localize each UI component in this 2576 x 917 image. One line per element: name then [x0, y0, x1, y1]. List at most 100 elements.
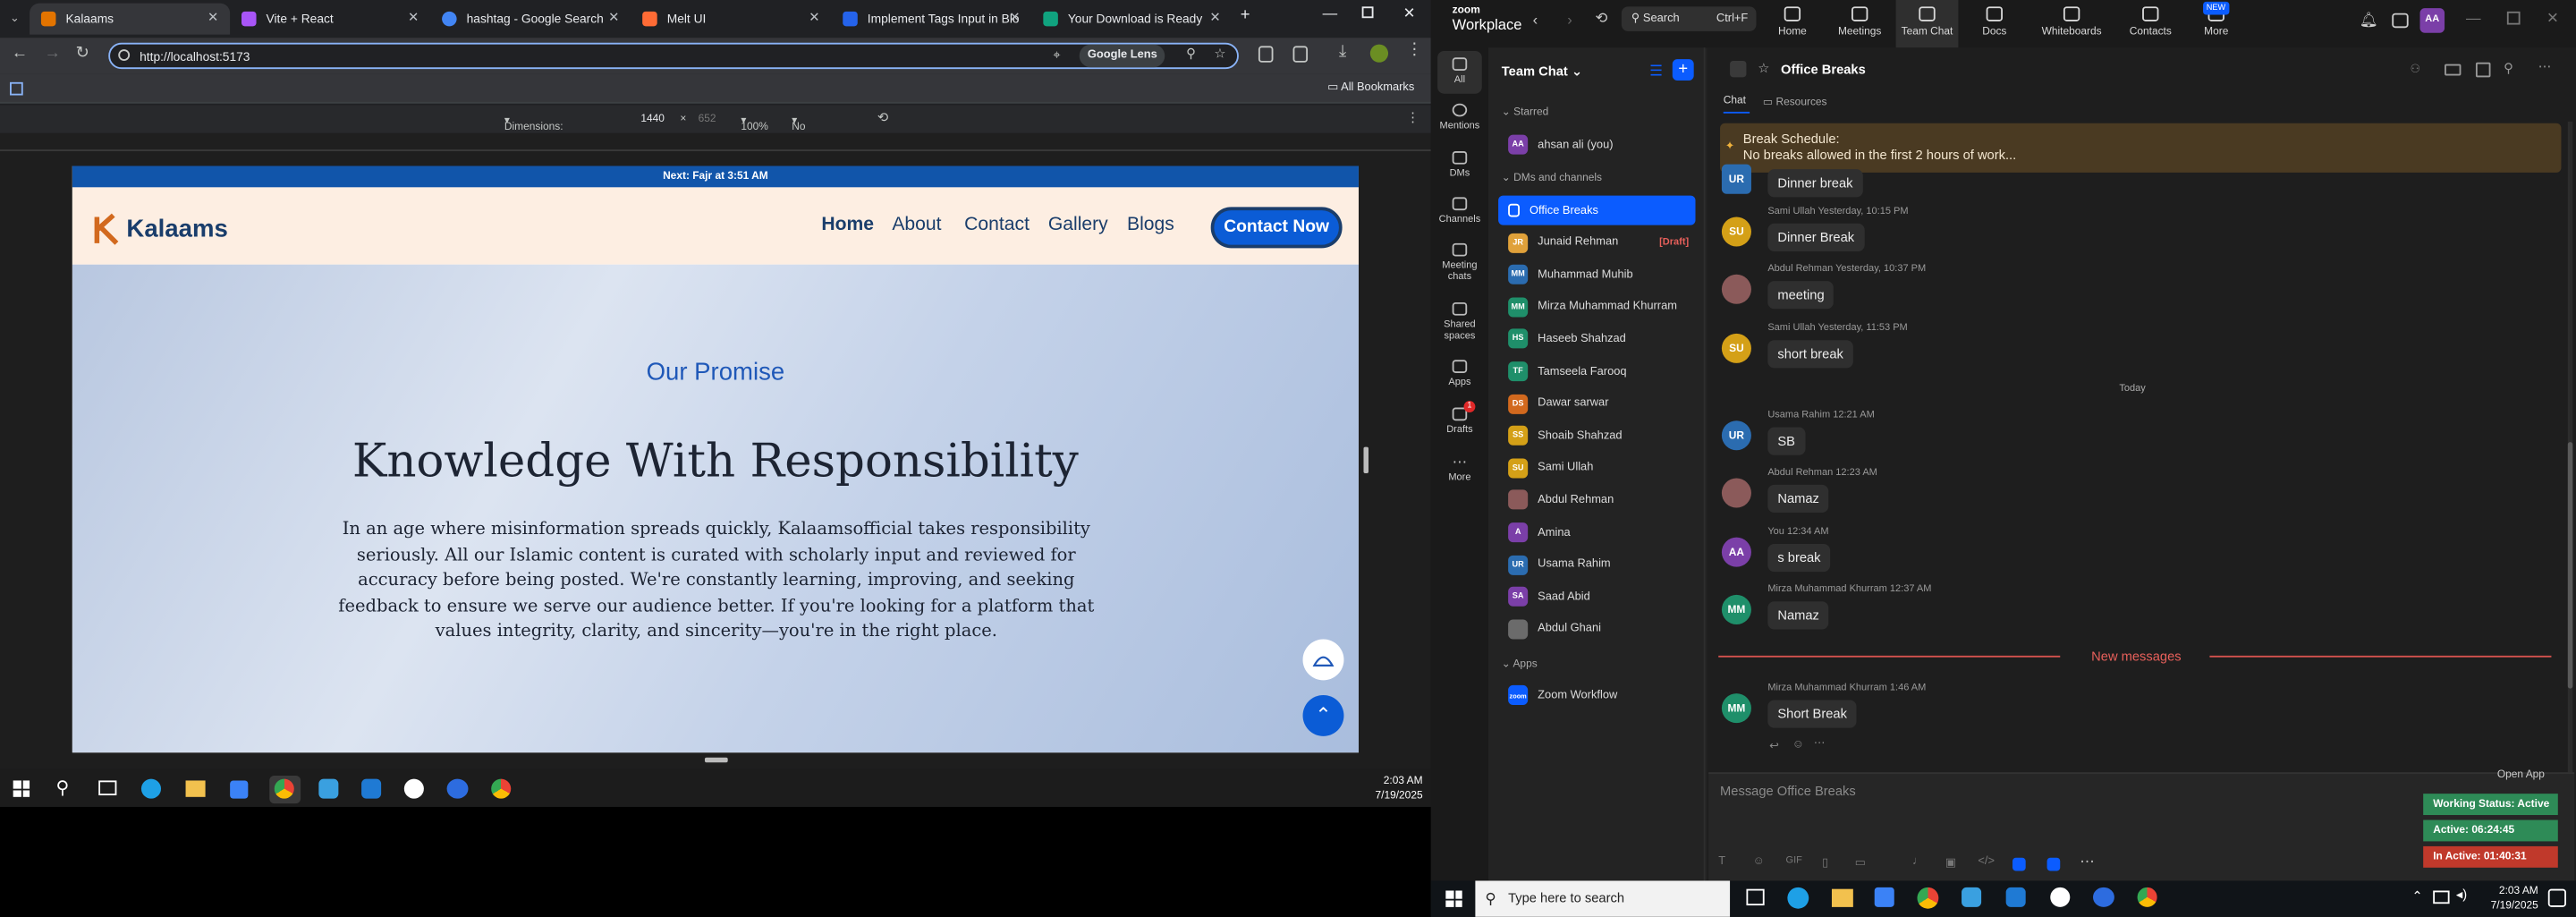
channel-item[interactable]: Abdul Ghani — [1498, 615, 1695, 644]
width-input[interactable]: 1440 — [640, 114, 665, 125]
emoji-react-icon[interactable]: ☺ — [1792, 740, 1804, 751]
google-lens-button[interactable]: Google Lens — [1079, 44, 1165, 68]
task-view-icon[interactable] — [1746, 888, 1765, 906]
chrome-icon-2[interactable] — [2137, 887, 2157, 907]
tab-download[interactable]: Your Download is Ready ✕ — [1031, 4, 1232, 35]
minimize-icon[interactable]: — — [2466, 10, 2481, 26]
open-app-link[interactable]: Open App — [2497, 769, 2545, 781]
forward-icon[interactable]: › — [1567, 12, 1572, 28]
store-icon[interactable] — [230, 780, 249, 799]
rail-apps[interactable]: Apps — [1431, 360, 1488, 387]
rail-meeting-chats[interactable]: Meeting chats — [1431, 242, 1488, 284]
close-tab-icon[interactable]: ✕ — [1009, 10, 1020, 25]
close-window-icon[interactable]: ✕ — [1403, 5, 1416, 23]
nav-contacts[interactable]: Contacts — [2113, 6, 2188, 38]
site-logo[interactable]: Kalaams — [92, 210, 228, 246]
nav-docs[interactable]: Docs — [1957, 6, 2032, 38]
menu-icon[interactable]: ⋮ — [1406, 41, 1422, 59]
channel-item[interactable]: SS Shoaib Shahzad — [1498, 421, 1695, 451]
maximize-icon[interactable] — [1361, 6, 1374, 19]
zoom-taskbar-icon[interactable] — [446, 778, 469, 799]
video-icon[interactable] — [2445, 64, 2462, 76]
dms-section[interactable]: ⌄ DMs and channels — [1502, 171, 1602, 184]
notification-icon[interactable] — [2547, 888, 2566, 907]
resize-handle-right[interactable] — [1363, 446, 1369, 473]
back-icon[interactable]: ← — [12, 45, 28, 63]
rotate-icon[interactable]: ⟲ — [877, 110, 888, 125]
vscode-icon[interactable] — [361, 778, 382, 799]
edge-icon[interactable] — [140, 778, 162, 799]
channel-item[interactable]: SU Sami Ullah — [1498, 454, 1695, 483]
start-icon[interactable] — [13, 780, 30, 797]
emoji-icon[interactable]: ☺ — [1753, 856, 1765, 868]
minimize-icon[interactable]: — — [1323, 5, 1338, 21]
close-tab-icon[interactable]: ✕ — [809, 10, 819, 25]
rail-shared-spaces[interactable]: Shared spaces — [1431, 301, 1488, 344]
close-tab-icon[interactable]: ✕ — [608, 10, 619, 25]
nav-home[interactable]: Home — [821, 216, 874, 235]
nav-gallery[interactable]: Gallery — [1048, 216, 1108, 235]
channel-item[interactable]: SA Saad Abid — [1498, 582, 1695, 612]
chrome-icon[interactable] — [274, 778, 294, 799]
search-icon[interactable]: ⚲ — [2504, 61, 2513, 76]
channel-item[interactable]: UR Usama Rahim — [1498, 550, 1695, 580]
channel-item[interactable]: HS Haseeb Shahzad — [1498, 325, 1695, 354]
composer-more-icon[interactable]: ⋯ — [2080, 853, 2095, 870]
gif-icon[interactable]: GIF — [1786, 856, 1802, 866]
location-icon[interactable]: ⌖ — [1053, 47, 1060, 64]
network-icon[interactable] — [2433, 890, 2450, 904]
new-chat-button[interactable]: + — [1672, 59, 1694, 81]
tab-melt[interactable]: Melt UI ✕ — [631, 4, 831, 35]
start-icon[interactable] — [1445, 890, 1462, 907]
history-icon[interactable]: ⟲ — [1595, 10, 1607, 28]
puzzle-icon[interactable] — [1292, 46, 1309, 63]
channel-item[interactable]: TF Tamseela Farooq — [1498, 357, 1695, 386]
more-icon[interactable]: ⋯ — [2538, 59, 2552, 74]
address-bar[interactable]: http://localhost:5173 ⌖ Google Lens ⚲ ☆ — [108, 42, 1239, 70]
throttle-select[interactable]: No throttling ▾ — [792, 114, 833, 145]
nav-home[interactable]: Home — [1755, 6, 1830, 38]
tray-chevron-icon[interactable]: ⌃ — [2411, 889, 2422, 904]
chrome-icon[interactable] — [1917, 887, 1939, 909]
chat-widget-button[interactable] — [1302, 639, 1344, 681]
tab-resources[interactable]: ▭ Resources — [1763, 96, 1827, 108]
tab-vite[interactable]: Vite + React ✕ — [230, 4, 430, 35]
rail-mentions[interactable]: Mentions — [1431, 103, 1488, 132]
apps-grid-icon[interactable] — [10, 81, 23, 96]
nav-meetings[interactable]: Meetings — [1822, 6, 1897, 38]
new-tab-icon[interactable]: + — [1241, 6, 1250, 24]
resize-handle-bottom[interactable] — [704, 757, 728, 763]
rail-dms[interactable]: DMs — [1431, 150, 1488, 179]
taskbar-clock[interactable]: 2:03 AM 7/19/2025 — [2479, 884, 2538, 913]
star-icon[interactable]: ☆ — [1758, 61, 1769, 76]
app-action-icon[interactable] — [2012, 857, 2026, 871]
forward-icon[interactable]: → — [45, 45, 61, 63]
user-avatar[interactable]: AA — [2419, 8, 2445, 33]
vscode-icon[interactable] — [2005, 887, 2026, 907]
tab-chat[interactable]: Chat — [1724, 96, 1746, 107]
url-text[interactable]: http://localhost:5173 — [140, 48, 250, 64]
calendar-icon[interactable] — [2392, 13, 2409, 29]
app-item-zoom-workflow[interactable]: zoom Zoom Workflow — [1498, 680, 1695, 709]
zoom-select[interactable]: 100% ▾ — [741, 114, 768, 133]
download-icon[interactable]: ⤓ — [1339, 43, 1346, 61]
all-bookmarks[interactable]: ▭ All Bookmarks — [1327, 81, 1414, 94]
bookmark-star-icon[interactable]: ☆ — [1214, 46, 1225, 61]
code-icon[interactable]: </> — [1978, 856, 1995, 868]
rail-all[interactable]: All — [1431, 57, 1488, 86]
filter-icon[interactable]: ☰ — [1649, 63, 1663, 81]
tab-google[interactable]: hashtag - Google Search ✕ — [430, 4, 631, 35]
nav-whiteboards[interactable]: Whiteboards — [2034, 6, 2109, 38]
contact-now-button[interactable]: Contact Now — [1210, 207, 1343, 249]
edge-icon[interactable] — [1787, 887, 1809, 909]
maximize-icon[interactable] — [2506, 11, 2521, 25]
screenshot-icon[interactable]: ▭ — [1855, 856, 1866, 870]
taskbar-clock[interactable]: 2:03 AM 7/19/2025 — [1360, 774, 1422, 803]
devtools-more-icon[interactable]: ⋮ — [1406, 110, 1419, 125]
dimensions-select[interactable]: Dimensions: Responsive ▾ — [504, 114, 564, 145]
close-tab-icon[interactable]: ✕ — [208, 10, 218, 25]
channel-item[interactable]: MM Muhammad Muhib — [1498, 260, 1695, 290]
reload-icon[interactable]: ↻ — [75, 45, 89, 63]
close-tab-icon[interactable]: ✕ — [408, 10, 419, 25]
pinned-banner[interactable]: ✦ Break Schedule: No breaks allowed in t… — [1720, 123, 2562, 173]
